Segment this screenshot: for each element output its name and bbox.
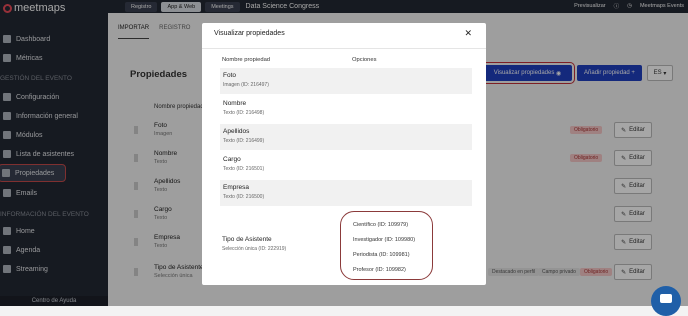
- row-name: Nombre: [223, 100, 247, 107]
- row-name: Foto: [223, 72, 237, 79]
- option-item: Profesor (ID: 109982): [353, 267, 406, 273]
- option-item: Periodista (ID: 109981): [353, 252, 410, 258]
- column-options-header: Opciones: [352, 57, 377, 63]
- chat-widget-button[interactable]: [651, 286, 681, 316]
- row-type: Selección única (ID: 222919): [222, 246, 287, 252]
- modal-row: Cargo Texto (ID: 216501): [220, 152, 472, 178]
- modal-row: Empresa Texto (ID: 216500): [220, 180, 472, 206]
- modal-row-tipo: Tipo de Asistente Selección única (ID: 2…: [222, 236, 286, 252]
- row-name: Empresa: [223, 184, 250, 191]
- divider: [202, 48, 486, 49]
- column-name-header: Nombre propiedad: [222, 57, 271, 63]
- modal-row: Nombre Texto (ID: 216498): [220, 96, 472, 122]
- modal-row: Foto Imagen (ID: 216497): [220, 68, 472, 94]
- option-item: Investigador (ID: 109980): [353, 237, 416, 243]
- options-list: Científico (ID: 109979) Investigador (ID…: [340, 211, 433, 280]
- row-type: Texto (ID: 216501): [223, 166, 265, 172]
- row-name: Cargo: [223, 156, 241, 163]
- row-type: Texto (ID: 216498): [223, 110, 265, 116]
- row-name: Tipo de Asistente: [222, 236, 272, 243]
- row-type: Texto (ID: 216499): [223, 138, 265, 144]
- modal-title: Visualizar propiedades: [214, 30, 285, 37]
- close-icon[interactable]: ✕: [464, 28, 472, 39]
- row-name: Apellidos: [223, 128, 250, 135]
- option-item: Científico (ID: 109979): [353, 222, 409, 228]
- row-type: Texto (ID: 216500): [223, 194, 265, 200]
- row-type: Imagen (ID: 216497): [223, 82, 269, 88]
- modal-row: Apellidos Texto (ID: 216499): [220, 124, 472, 150]
- visualizar-propiedades-modal: Visualizar propiedades ✕ Nombre propieda…: [202, 23, 486, 285]
